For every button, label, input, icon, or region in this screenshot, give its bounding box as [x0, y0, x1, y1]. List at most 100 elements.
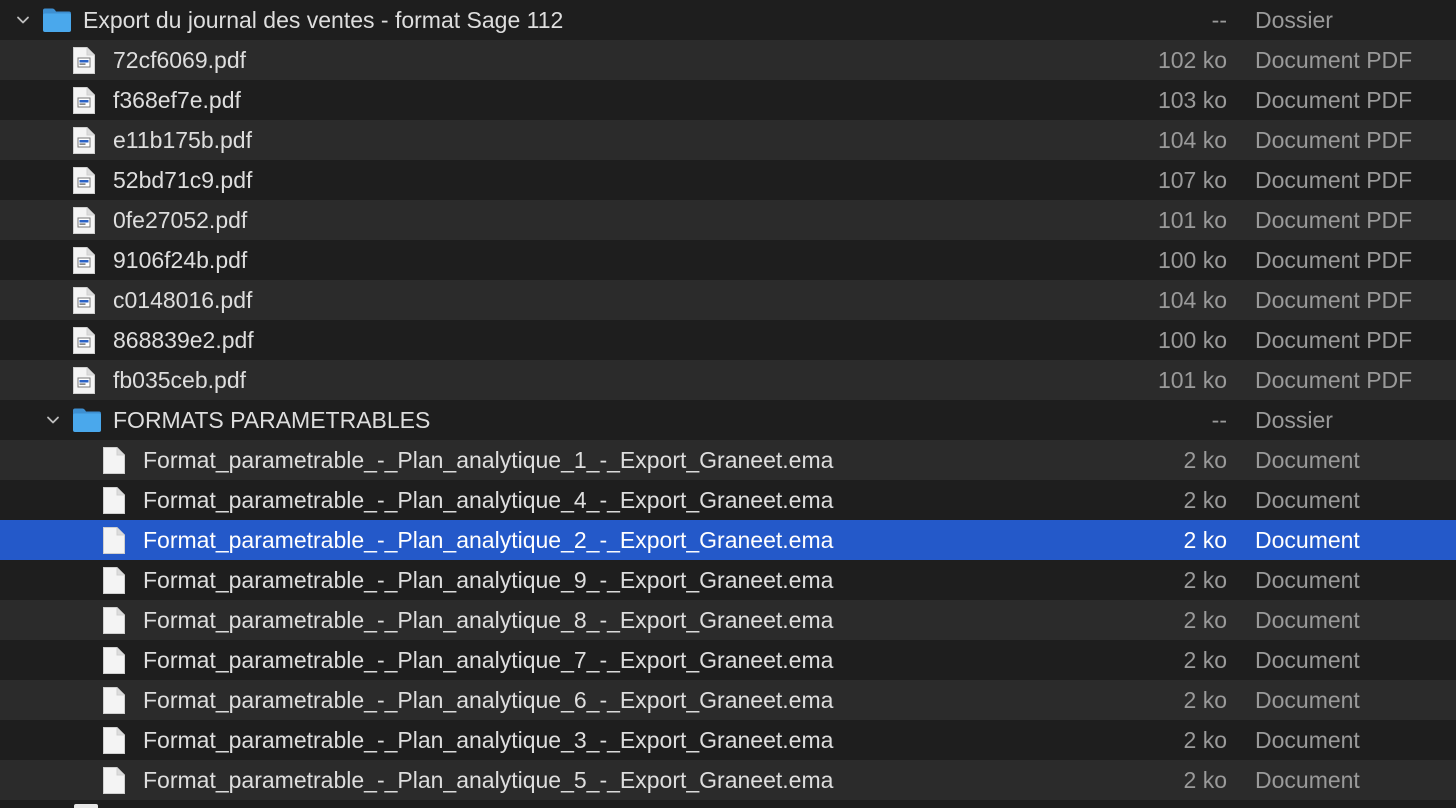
file-name: 868839e2.pdf [113, 327, 254, 353]
file-kind: Document [1255, 767, 1360, 793]
file-size: 2 ko [1183, 487, 1227, 513]
file-row[interactable]: Format_parametrable_-_Plan_analytique_7_… [0, 640, 1456, 680]
file-kind: Document PDF [1255, 287, 1413, 313]
file-size: 2 ko [1183, 527, 1227, 553]
file-name: Export du journal des ventes - format Sa… [83, 7, 564, 33]
file-name: fb035ceb.pdf [113, 367, 247, 393]
file-row[interactable]: Format_parametrable_-_Plan_analytique_4_… [0, 480, 1456, 520]
file-row[interactable]: 52bd71c9.pdf 107 ko Document PDF [0, 160, 1456, 200]
blank-file-icon [102, 686, 126, 715]
file-name: c0148016.pdf [113, 287, 253, 313]
file-row[interactable]: 9106f24b.pdf 100 ko Document PDF [0, 240, 1456, 280]
file-name: e11b175b.pdf [113, 127, 252, 153]
file-size: -- [1211, 407, 1227, 433]
file-row[interactable]: Format_parametrable_-_Plan_analytique_5_… [0, 760, 1456, 800]
file-name: 52bd71c9.pdf [113, 167, 253, 193]
pdf-file-icon [72, 166, 96, 195]
file-kind: Document [1255, 687, 1360, 713]
pdf-file-icon [72, 286, 96, 315]
file-kind: Document [1255, 567, 1360, 593]
pdf-file-icon [72, 86, 96, 115]
file-kind: Document [1255, 647, 1360, 673]
blank-file-icon [102, 446, 126, 475]
blank-file-icon [102, 606, 126, 635]
file-size: 2 ko [1183, 647, 1227, 673]
pdf-file-icon [72, 366, 96, 395]
file-size: 100 ko [1157, 327, 1227, 353]
partial-file-icon [74, 804, 98, 808]
file-name: Format_parametrable_-_Plan_analytique_4_… [143, 487, 834, 513]
file-size: 2 ko [1183, 687, 1227, 713]
file-kind: Document PDF [1255, 367, 1413, 393]
file-row[interactable]: c0148016.pdf 104 ko Document PDF [0, 280, 1456, 320]
file-size: 102 ko [1157, 47, 1227, 73]
file-row[interactable]: Format_parametrable_-_Plan_analytique_2_… [0, 520, 1456, 560]
file-kind: Document [1255, 727, 1360, 753]
file-name: 9106f24b.pdf [113, 247, 248, 273]
file-size: 107 ko [1157, 167, 1227, 193]
file-row[interactable]: Format_parametrable_-_Plan_analytique_8_… [0, 600, 1456, 640]
file-row[interactable]: f368ef7e.pdf 103 ko Document PDF [0, 80, 1456, 120]
file-kind: Document PDF [1255, 327, 1413, 353]
file-name: Format_parametrable_-_Plan_analytique_3_… [143, 727, 834, 753]
file-kind: Document PDF [1255, 167, 1413, 193]
folder-icon [72, 407, 102, 433]
file-size: 2 ko [1183, 727, 1227, 753]
folder-row[interactable]: FORMATS PARAMETRABLES -- Dossier [0, 400, 1456, 440]
file-name: 72cf6069.pdf [113, 47, 247, 73]
file-size: 2 ko [1183, 567, 1227, 593]
file-kind: Document PDF [1255, 127, 1413, 153]
pdf-file-icon [72, 326, 96, 355]
file-name: FORMATS PARAMETRABLES [113, 407, 431, 433]
file-name: Format_parametrable_-_Plan_analytique_6_… [143, 687, 834, 713]
file-name: 0fe27052.pdf [113, 207, 248, 233]
file-kind: Dossier [1255, 7, 1333, 33]
blank-file-icon [102, 726, 126, 755]
file-kind: Dossier [1255, 407, 1333, 433]
file-row[interactable]: Format_parametrable_-_Plan_analytique_3_… [0, 720, 1456, 760]
file-kind: Document [1255, 447, 1360, 473]
file-row[interactable]: e11b175b.pdf 104 ko Document PDF [0, 120, 1456, 160]
file-size: 103 ko [1157, 87, 1227, 113]
file-row[interactable]: Format_parametrable_-_Plan_analytique_9_… [0, 560, 1456, 600]
file-size: 101 ko [1157, 367, 1227, 393]
pdf-file-icon [72, 206, 96, 235]
file-size: 2 ko [1183, 607, 1227, 633]
file-row[interactable]: 0fe27052.pdf 101 ko Document PDF [0, 200, 1456, 240]
file-name: f368ef7e.pdf [113, 87, 241, 113]
chevron-down-icon[interactable] [15, 12, 31, 28]
file-row[interactable]: 72cf6069.pdf 102 ko Document PDF [0, 40, 1456, 80]
blank-file-icon [102, 486, 126, 515]
blank-file-icon [102, 646, 126, 675]
pdf-file-icon [72, 46, 96, 75]
blank-file-icon [102, 526, 126, 555]
file-name: Format_parametrable_-_Plan_analytique_2_… [143, 527, 834, 553]
file-kind: Document [1255, 527, 1360, 553]
file-size: 2 ko [1183, 767, 1227, 793]
file-name: Format_parametrable_-_Plan_analytique_8_… [143, 607, 834, 633]
chevron-down-icon[interactable] [45, 412, 61, 428]
pdf-file-icon [72, 246, 96, 275]
file-row[interactable]: Format_parametrable_-_Plan_analytique_6_… [0, 680, 1456, 720]
file-size: -- [1211, 7, 1227, 33]
file-name: Format_parametrable_-_Plan_analytique_9_… [143, 567, 834, 593]
file-size: 2 ko [1183, 447, 1227, 473]
file-kind: Document PDF [1255, 247, 1413, 273]
folder-icon [42, 7, 72, 33]
folder-row[interactable]: Export du journal des ventes - format Sa… [0, 0, 1456, 40]
file-row[interactable]: fb035ceb.pdf 101 ko Document PDF [0, 360, 1456, 400]
file-name: Format_parametrable_-_Plan_analytique_5_… [143, 767, 834, 793]
file-row[interactable]: Format_parametrable_-_Plan_analytique_1_… [0, 440, 1456, 480]
blank-file-icon [102, 566, 126, 595]
file-kind: Document [1255, 487, 1360, 513]
file-name: Format_parametrable_-_Plan_analytique_7_… [143, 647, 834, 673]
finder-list-view[interactable]: Export du journal des ventes - format Sa… [0, 0, 1456, 808]
file-kind: Document PDF [1255, 47, 1413, 73]
file-size: 104 ko [1157, 127, 1227, 153]
file-size: 100 ko [1157, 247, 1227, 273]
pdf-file-icon [72, 126, 96, 155]
file-kind: Document [1255, 607, 1360, 633]
file-name: Format_parametrable_-_Plan_analytique_1_… [143, 447, 834, 473]
file-row[interactable]: 868839e2.pdf 100 ko Document PDF [0, 320, 1456, 360]
file-kind: Document PDF [1255, 207, 1413, 233]
